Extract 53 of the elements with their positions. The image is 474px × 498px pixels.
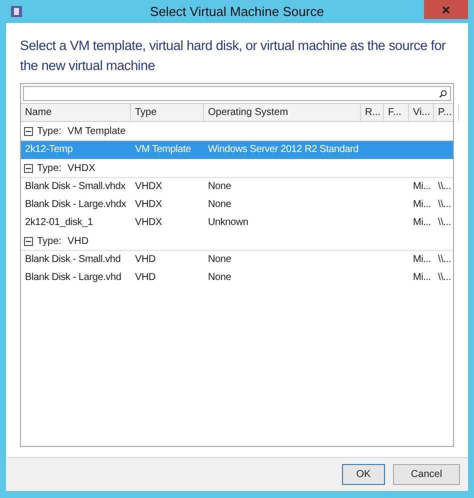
group-label: Type: [37, 234, 62, 248]
table-cell: Windows Server 2012 R2 Standard [208, 144, 359, 155]
column-header[interactable]: Operating System [204, 104, 361, 121]
window-title: Select Virtual Machine Source [150, 2, 324, 21]
app-icon [11, 6, 22, 17]
table-cell: None [208, 199, 232, 210]
group-value: VHD [67, 234, 89, 248]
table-cell: None [208, 272, 232, 283]
group-value: VHDX [67, 162, 96, 176]
table-cell: \\... [438, 199, 451, 210]
search-field[interactable] [23, 86, 451, 101]
table-cell: Blank Disk - Small.vhdx [25, 181, 126, 192]
table-cell: None [208, 254, 232, 265]
table-cell: VHD [135, 272, 156, 283]
column-header[interactable]: Name [21, 104, 131, 121]
table-cell: 2k12-01_disk_1 [25, 217, 93, 228]
table-cell: Unknown [208, 217, 248, 228]
table-cell: None [208, 181, 232, 192]
table-cell: Mi... [413, 199, 431, 210]
table-cell: VHDX [135, 217, 162, 228]
collapse-icon[interactable] [24, 126, 33, 136]
table-cell: Mi... [413, 272, 431, 283]
cancel-button[interactable]: Cancel [393, 464, 460, 485]
column-header[interactable]: P... [434, 104, 459, 121]
table-cell: VHDX [135, 199, 162, 210]
table-cell: 2k12-Temp [25, 144, 73, 155]
table-cell: VM Template [135, 144, 191, 155]
ok-button[interactable]: OK [342, 464, 385, 485]
instruction-text: Select a VM template, virtual hard disk, or virtual machine as the source for the new virtual machine [20, 37, 447, 75]
table-cell: VHDX [135, 181, 162, 192]
table-cell: \\... [438, 217, 451, 228]
column-header[interactable]: Vi... [409, 104, 434, 121]
table-cell: Blank Disk - Small.vhd [25, 254, 121, 265]
table-cell: VHD [135, 254, 156, 265]
column-header[interactable]: F... [384, 104, 409, 121]
collapse-icon[interactable] [24, 164, 33, 172]
group-value: VM Template [67, 124, 126, 138]
table-cell: Blank Disk - Large.vhdx [25, 199, 126, 210]
collapse-icon[interactable] [24, 236, 33, 246]
close-button[interactable] [424, 0, 468, 19]
table-cell: \\... [438, 181, 451, 192]
group-label: Type: [37, 124, 62, 138]
table-cell: Mi... [413, 254, 431, 265]
group-label: Type: [37, 162, 62, 176]
column-header[interactable]: R... [361, 104, 384, 121]
search-icon [439, 90, 447, 98]
table-cell: Mi... [413, 217, 431, 228]
table-cell: Mi... [413, 181, 431, 192]
close-icon [442, 6, 450, 14]
table-cell: \\... [438, 272, 451, 283]
table-cell: Blank Disk - Large.vhd [25, 272, 122, 283]
table-cell: \\... [438, 254, 451, 265]
column-header[interactable]: Type [131, 104, 204, 121]
